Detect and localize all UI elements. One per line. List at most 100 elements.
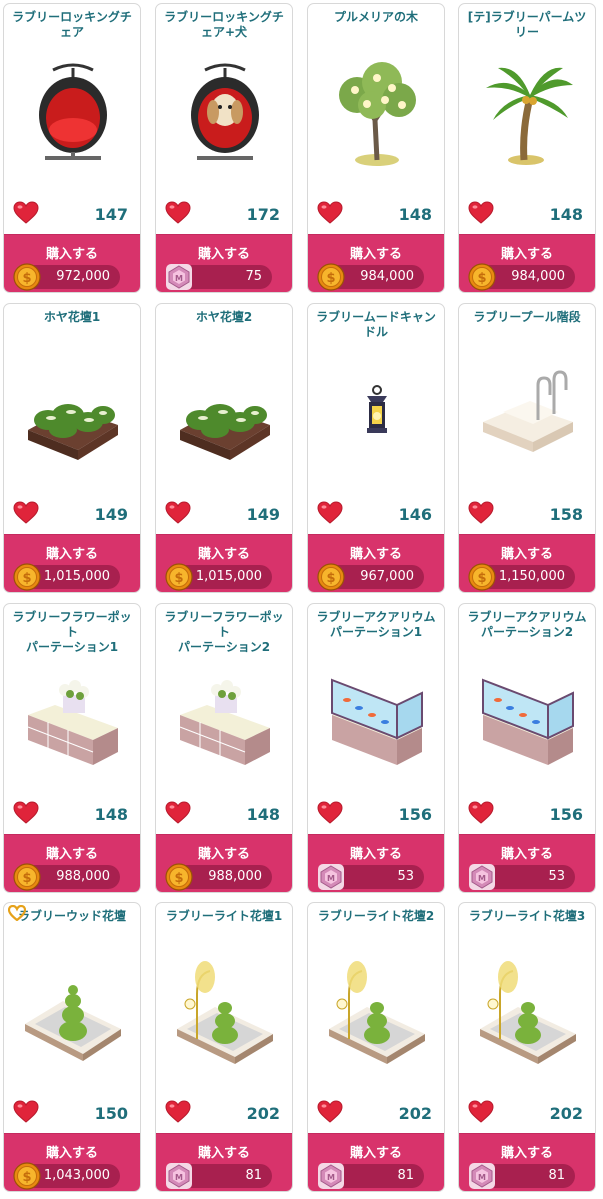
item-card[interactable]: ラブリームードキャンドル 146 購入する $ 967,000 — [307, 303, 445, 593]
buy-button[interactable]: 購入する $ 988,000 — [156, 834, 292, 892]
hoya-planter-icon[interactable] — [23, 360, 123, 470]
heart-icon[interactable] — [165, 201, 191, 224]
buy-label: 購入する — [45, 1146, 98, 1161]
item-card[interactable]: [テ]ラブリーパームツリー 148 購入する $ 984,000 — [458, 3, 596, 293]
buy-button[interactable]: 購入する M 53 — [308, 834, 444, 892]
coin-icon: $ — [317, 563, 345, 591]
buy-label: 購入する — [45, 547, 98, 562]
heart-icon[interactable] — [165, 501, 191, 524]
buy-label: 購入する — [349, 547, 402, 562]
buy-label: 購入する — [197, 547, 250, 562]
buy-button[interactable]: 購入する $ 972,000 — [4, 234, 140, 292]
like-count: 156 — [549, 805, 583, 824]
item-card[interactable]: ラブリーウッド花壇 150 購入する $ 1,043,000 — [3, 902, 141, 1192]
heart-icon[interactable] — [13, 801, 39, 824]
svg-text:$: $ — [22, 1170, 31, 1185]
buy-button[interactable]: 購入する $ 984,000 — [459, 234, 595, 292]
item-card[interactable]: ラブリーアクアリウム パーテーション1 156 購入する M 53 — [307, 603, 445, 893]
item-card[interactable]: ラブリーライト花壇1 202 購入する M 81 — [155, 902, 293, 1192]
heart-icon[interactable] — [317, 201, 343, 224]
item-title: ラブリーアクアリウム パーテーション1 — [316, 610, 436, 639]
topiary-planter-icon[interactable] — [23, 959, 123, 1069]
heart-icon[interactable] — [165, 1100, 191, 1123]
svg-text:$: $ — [174, 871, 183, 886]
like-count: 156 — [398, 805, 432, 824]
item-card[interactable]: ラブリーライト花壇2 202 購入する M 81 — [307, 902, 445, 1192]
heart-icon[interactable] — [13, 1100, 39, 1123]
hoya-planter-icon[interactable] — [175, 360, 275, 470]
buy-button[interactable]: 購入する $ 1,015,000 — [4, 534, 140, 592]
like-count: 149 — [246, 505, 280, 524]
buy-button[interactable]: 購入する M 75 — [156, 234, 292, 292]
item-card[interactable]: ラブリープール階段 158 購入する $ 1,150,000 — [458, 303, 596, 593]
item-card[interactable]: ラブリーアクアリウム パーテーション2 156 購入する M 53 — [458, 603, 596, 893]
heart-icon[interactable] — [13, 501, 39, 524]
price-pill: $ 1,043,000 — [13, 1162, 120, 1190]
buy-label: 購入する — [197, 247, 250, 262]
buy-button[interactable]: 購入する $ 1,150,000 — [459, 534, 595, 592]
svg-text:M: M — [478, 1173, 486, 1182]
price-value: 1,015,000 — [43, 569, 110, 584]
coin-icon: $ — [13, 563, 41, 591]
buy-button[interactable]: 購入する $ 988,000 — [4, 834, 140, 892]
like-count: 150 — [94, 1104, 128, 1123]
lantern-icon[interactable] — [327, 360, 427, 470]
heart-icon[interactable] — [468, 1100, 494, 1123]
buy-button[interactable]: 購入する $ 1,043,000 — [4, 1133, 140, 1191]
item-title: ラブリーライト花壇2 — [317, 909, 435, 923]
item-card[interactable]: ラブリーフラワーポット パーテーション1 148 購入する $ 988,000 — [3, 603, 141, 893]
light-planter-icon[interactable] — [175, 959, 275, 1069]
heart-icon[interactable] — [468, 201, 494, 224]
aquarium-partition-icon[interactable] — [478, 660, 578, 770]
buy-button[interactable]: 購入する $ 967,000 — [308, 534, 444, 592]
heart-icon[interactable] — [13, 201, 39, 224]
like-count: 148 — [398, 205, 432, 224]
item-card[interactable]: ホヤ花壇1 149 購入する $ 1,015,000 — [3, 303, 141, 593]
coin-icon: $ — [165, 863, 193, 891]
price-value: 972,000 — [56, 269, 110, 284]
item-title: ラブリーフラワーポット パーテーション1 — [12, 610, 132, 654]
svg-text:M: M — [478, 874, 486, 883]
buy-button[interactable]: 購入する $ 984,000 — [308, 234, 444, 292]
buy-button[interactable]: 購入する M 81 — [156, 1133, 292, 1191]
heart-icon[interactable] — [317, 801, 343, 824]
plumeria-tree-icon[interactable] — [327, 60, 427, 170]
buy-label: 購入する — [500, 1146, 553, 1161]
price-value: 81 — [548, 1168, 565, 1183]
price-pill: $ 988,000 — [13, 863, 120, 891]
light-planter-icon[interactable] — [478, 959, 578, 1069]
price-pill: $ 984,000 — [317, 263, 424, 291]
item-card[interactable]: ラブリーライト花壇3 202 購入する M 81 — [458, 902, 596, 1192]
buy-button[interactable]: 購入する M 81 — [459, 1133, 595, 1191]
buy-button[interactable]: 購入する M 53 — [459, 834, 595, 892]
heart-icon[interactable] — [468, 801, 494, 824]
egg-chair-dog-icon[interactable] — [175, 60, 275, 170]
item-card[interactable]: ラブリーフラワーポット パーテーション2 148 購入する $ 988,000 — [155, 603, 293, 893]
egg-chair-icon[interactable] — [23, 60, 123, 170]
price-pill: M 81 — [469, 1163, 575, 1189]
item-card[interactable]: ラブリーロッキングチェア 147 購入する $ 972,000 — [3, 3, 141, 293]
item-card[interactable]: プルメリアの木 148 購入する $ 984,000 — [307, 3, 445, 293]
price-pill: $ 984,000 — [468, 263, 575, 291]
price-pill: $ 988,000 — [165, 863, 272, 891]
item-card[interactable]: ラブリーロッキングチェア+犬 172 購入する M 75 — [155, 3, 293, 293]
heart-icon[interactable] — [317, 501, 343, 524]
flowerpot-partition-icon[interactable] — [23, 660, 123, 770]
item-title: ラブリーアクアリウム パーテーション2 — [467, 610, 587, 639]
price-value: 967,000 — [360, 569, 414, 584]
item-title: [テ]ラブリーパームツリー — [467, 10, 587, 39]
buy-button[interactable]: 購入する $ 1,015,000 — [156, 534, 292, 592]
pool-steps-icon[interactable] — [478, 360, 578, 470]
price-value: 81 — [397, 1168, 414, 1183]
price-value: 53 — [397, 869, 414, 884]
buy-button[interactable]: 購入する M 81 — [308, 1133, 444, 1191]
item-title: ラブリーライト花壇1 — [165, 909, 283, 923]
heart-icon[interactable] — [468, 501, 494, 524]
item-card[interactable]: ホヤ花壇2 149 購入する $ 1,015,000 — [155, 303, 293, 593]
aquarium-partition-icon[interactable] — [327, 660, 427, 770]
heart-icon[interactable] — [165, 801, 191, 824]
flowerpot-partition-icon[interactable] — [175, 660, 275, 770]
palm-tree-icon[interactable] — [478, 60, 578, 170]
heart-icon[interactable] — [317, 1100, 343, 1123]
light-planter-icon[interactable] — [327, 959, 427, 1069]
